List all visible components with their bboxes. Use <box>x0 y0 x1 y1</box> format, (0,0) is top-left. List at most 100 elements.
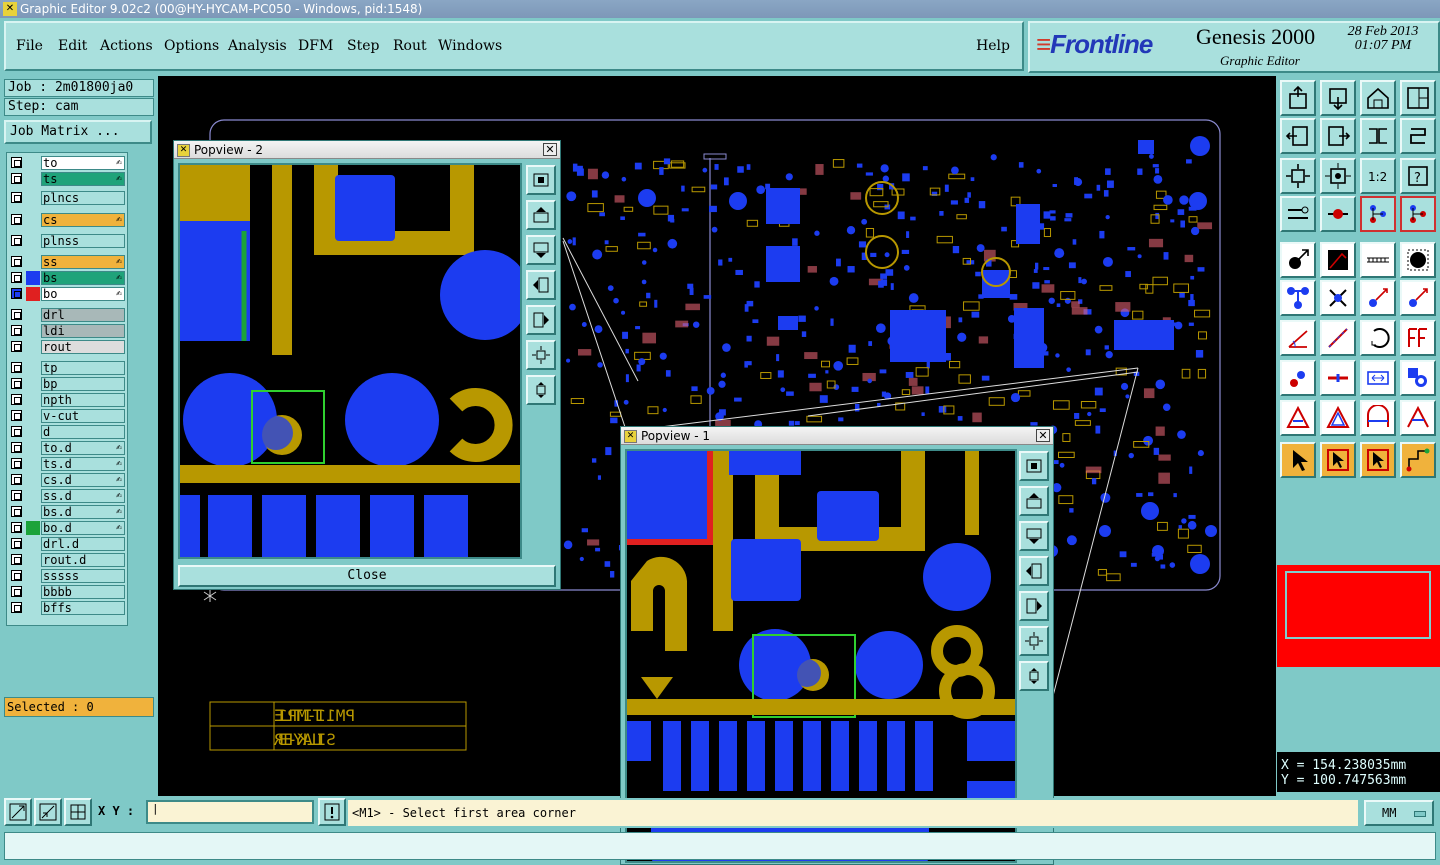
layer-row-rout.d[interactable]: rout.d <box>7 553 127 567</box>
pan-right-button[interactable] <box>526 305 556 335</box>
cross-icon[interactable] <box>1320 280 1356 316</box>
layer-name[interactable]: v-cut <box>41 409 125 423</box>
ruler-icon[interactable] <box>1360 242 1396 278</box>
triangle-c-icon[interactable] <box>1360 400 1396 436</box>
layer-row-sssss[interactable]: sssss <box>7 569 127 583</box>
layer-checkbox[interactable] <box>11 490 22 501</box>
layer-checkbox[interactable] <box>11 325 22 336</box>
zoom-fit-icon[interactable] <box>1280 158 1316 194</box>
connect-icon[interactable] <box>1280 280 1316 316</box>
layer-name[interactable]: npth <box>41 393 125 407</box>
cut-line-icon[interactable] <box>1320 360 1356 396</box>
text-icon[interactable] <box>1400 320 1436 356</box>
pan-left-button[interactable] <box>526 270 556 300</box>
layer-row-drl.d[interactable]: drl.d <box>7 537 127 551</box>
layer-color-swatch[interactable] <box>26 521 40 535</box>
layer-name[interactable]: rout <box>41 340 125 354</box>
layer-name[interactable]: to.d ✍ <box>41 441 125 455</box>
layer-row-npth[interactable]: npth <box>7 393 127 407</box>
zoom-out-button[interactable] <box>1019 661 1049 691</box>
pan-left-button[interactable] <box>1019 556 1049 586</box>
layer-checkbox[interactable] <box>11 309 22 320</box>
triangle-d-icon[interactable] <box>1400 400 1436 436</box>
grid-icon[interactable] <box>64 798 92 826</box>
layer-row-plnss[interactable]: plnss <box>7 234 127 248</box>
layer-checkbox[interactable] <box>11 173 22 184</box>
net-compare-icon[interactable] <box>1400 196 1436 232</box>
net-icon[interactable] <box>1360 196 1396 232</box>
menu-edit[interactable]: Edit <box>58 38 87 54</box>
layer-name[interactable]: plncs <box>41 191 125 205</box>
layer-checkbox[interactable] <box>11 410 22 421</box>
layer-row-d[interactable]: d <box>7 425 127 439</box>
layer-checkbox[interactable] <box>11 586 22 597</box>
pad-select-icon[interactable] <box>1280 360 1316 396</box>
layer-row-bo[interactable]: bo ✍ <box>7 287 127 301</box>
layer-name[interactable]: bo ✍ <box>41 287 125 301</box>
overview-map[interactable] <box>1277 565 1440 667</box>
layer-row-ts[interactable]: ts ✍ <box>7 172 127 186</box>
layer-row-bs.d[interactable]: bs.d ✍ <box>7 505 127 519</box>
layer-color-swatch[interactable] <box>26 271 40 285</box>
layer-checkbox[interactable] <box>11 458 22 469</box>
layer-checkbox[interactable] <box>11 341 22 352</box>
mirror-icon[interactable] <box>1360 118 1396 154</box>
zoom-home-button[interactable] <box>526 165 556 195</box>
arc-icon[interactable] <box>1360 320 1396 356</box>
menu-dfm[interactable]: DFM <box>298 38 333 54</box>
layer-row-bs[interactable]: bs ✍ <box>7 271 127 285</box>
layer-row-tp[interactable]: tp <box>7 361 127 375</box>
measure-box-icon[interactable] <box>1360 360 1396 396</box>
tool-icon[interactable] <box>1280 196 1316 232</box>
ratio-1-2-icon[interactable]: 1:2 <box>1360 158 1396 194</box>
pan-down-button[interactable] <box>526 235 556 265</box>
home-icon[interactable] <box>1360 80 1396 116</box>
layer-checkbox[interactable] <box>11 394 22 405</box>
save-icon[interactable] <box>1320 80 1356 116</box>
layer-name[interactable]: ts ✍ <box>41 172 125 186</box>
triangle-b-icon[interactable] <box>1320 400 1356 436</box>
layer-checkbox[interactable] <box>11 272 22 283</box>
popview-1-close-icon[interactable]: ✕ <box>1036 429 1050 442</box>
layer-row-ts.d[interactable]: ts.d ✍ <box>7 457 127 471</box>
layer-checkbox[interactable] <box>11 442 22 453</box>
layer-name[interactable]: bs.d ✍ <box>41 505 125 519</box>
layer-row-bffs[interactable]: bffs <box>7 601 127 615</box>
layer-name[interactable]: cs.d ✍ <box>41 473 125 487</box>
menu-file[interactable]: File <box>16 38 43 54</box>
layer-name[interactable]: bffs <box>41 601 125 615</box>
layer-row-rout[interactable]: rout <box>7 340 127 354</box>
layer-name[interactable]: plnss <box>41 234 125 248</box>
layer-row-drl[interactable]: drl <box>7 308 127 322</box>
snap-icon[interactable] <box>4 798 32 826</box>
popview-2-close-button[interactable]: Close <box>178 565 556 587</box>
layer-name[interactable]: tp <box>41 361 125 375</box>
layer-name[interactable]: rout.d <box>41 553 125 567</box>
layer-name[interactable]: ss.d ✍ <box>41 489 125 503</box>
zoom-home-button[interactable] <box>1019 451 1049 481</box>
layer-checkbox[interactable] <box>11 214 22 225</box>
layer-row-bo.d[interactable]: bo.d ✍ <box>7 521 127 535</box>
pin-icon[interactable] <box>1320 196 1356 232</box>
layer-name[interactable]: ss ✍ <box>41 255 125 269</box>
pointer-select-icon[interactable] <box>1360 442 1396 478</box>
popview-1-titlebar[interactable]: ✕ Popview - 1 ✕ <box>621 427 1053 445</box>
layer-checkbox[interactable] <box>11 288 22 299</box>
angle-icon[interactable] <box>1280 320 1316 356</box>
zoom-in-button[interactable] <box>526 340 556 370</box>
layer-checkbox[interactable] <box>11 378 22 389</box>
fit-window-icon[interactable] <box>1400 80 1436 116</box>
overview-view-rect[interactable] <box>1285 571 1431 639</box>
units-select[interactable]: MM <box>1364 800 1434 826</box>
layer-name[interactable]: sssss <box>41 569 125 583</box>
layer-name[interactable]: ldi <box>41 324 125 338</box>
layer-row-bp[interactable]: bp <box>7 377 127 391</box>
move-icon[interactable] <box>1280 242 1316 278</box>
layer-name[interactable]: bs ✍ <box>41 271 125 285</box>
command-line[interactable] <box>4 832 1436 860</box>
layer-name[interactable]: ts.d ✍ <box>41 457 125 471</box>
job-matrix-button[interactable]: Job Matrix ... <box>4 120 152 144</box>
layer-row-cs.d[interactable]: cs.d ✍ <box>7 473 127 487</box>
layer-name[interactable]: drl <box>41 308 125 322</box>
triangle-a-icon[interactable] <box>1280 400 1316 436</box>
